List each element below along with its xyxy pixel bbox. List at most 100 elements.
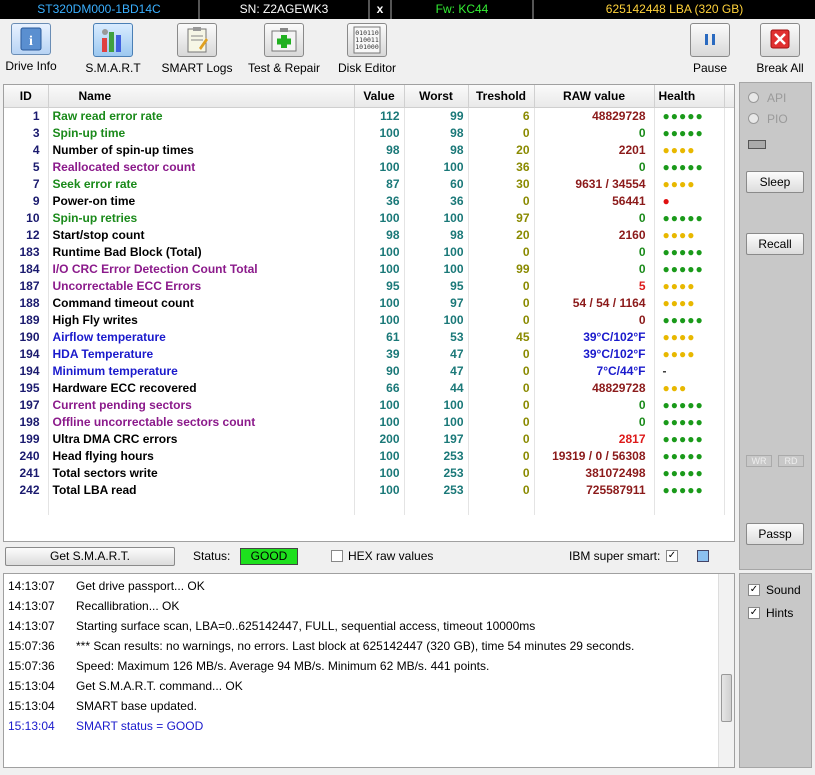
table-row[interactable]: 188 Command timeout count 100 97 0 54 / 54 / … bbox=[4, 294, 734, 311]
table-row[interactable]: 198 Offline uncorrectable sectors count 10… bbox=[4, 413, 734, 430]
col-raw-value[interactable]: RAW value bbox=[534, 85, 655, 108]
attr-treshold: 0 bbox=[468, 362, 535, 379]
hex-raw-checkbox[interactable] bbox=[331, 550, 343, 562]
attr-raw-value: 725587911 bbox=[534, 481, 655, 498]
pause-icon bbox=[690, 23, 730, 57]
attr-value: 90 bbox=[354, 362, 405, 379]
table-row[interactable]: 1 Raw read error rate 112 99 6 48829728 ●●●●● bbox=[4, 107, 734, 124]
recall-button[interactable]: Recall bbox=[746, 233, 804, 255]
ibm-super-smart-checkbox[interactable]: ✓ bbox=[666, 550, 678, 562]
attr-value: 36 bbox=[354, 192, 405, 209]
attr-name: Offline uncorrectable sectors count bbox=[48, 413, 355, 430]
api-radio[interactable] bbox=[748, 92, 759, 103]
col-name[interactable]: Name bbox=[48, 85, 355, 108]
col-treshold[interactable]: Treshold bbox=[468, 85, 535, 108]
table-row[interactable]: 3 Spin-up time 100 98 0 0 ●●●●● bbox=[4, 124, 734, 141]
attr-worst: 99 bbox=[404, 107, 469, 124]
sleep-button[interactable]: Sleep bbox=[746, 171, 804, 193]
attr-treshold: 0 bbox=[468, 379, 535, 396]
passport-button[interactable]: Passp bbox=[746, 523, 804, 545]
attr-id: 194 bbox=[4, 345, 49, 362]
attr-health: ●●●● bbox=[654, 345, 725, 362]
row-spacer bbox=[724, 345, 734, 362]
smart-label: S.M.A.R.T bbox=[85, 61, 141, 75]
attr-id: 199 bbox=[4, 430, 49, 447]
attr-worst: 47 bbox=[404, 345, 469, 362]
smart-button[interactable]: S.M.A.R.T bbox=[84, 23, 142, 75]
table-row[interactable]: 240 Head flying hours 100 253 0 19319 / 0 / 5… bbox=[4, 447, 734, 464]
log-time: 15:13:04 bbox=[8, 719, 55, 733]
attr-treshold: 0 bbox=[468, 464, 535, 481]
attr-raw-value: 48829728 bbox=[534, 107, 655, 124]
drive-model[interactable]: ST320DM000-1BD14C bbox=[0, 0, 200, 19]
lba-capacity: 625142448 LBA (320 GB) bbox=[605, 2, 744, 16]
table-row[interactable]: 194 HDA Temperature 39 47 0 39°C/102°F ●●●● bbox=[4, 345, 734, 362]
wr-indicator: WR bbox=[746, 455, 772, 467]
log-time: 15:13:04 bbox=[8, 699, 55, 713]
attr-worst: 100 bbox=[404, 209, 469, 226]
log-scrollbar[interactable] bbox=[718, 574, 734, 767]
table-row[interactable]: 195 Hardware ECC recovered 66 44 0 48829728 ●●… bbox=[4, 379, 734, 396]
table-row[interactable]: 199 Ultra DMA CRC errors 200 197 0 2817 ●●●●● bbox=[4, 430, 734, 447]
row-spacer bbox=[724, 226, 734, 243]
close-drive-button[interactable]: x bbox=[370, 0, 392, 19]
table-row[interactable]: 9 Power-on time 36 36 0 56441 ● bbox=[4, 192, 734, 209]
table-row[interactable]: 7 Seek error rate 87 60 30 9631 / 34554 ●●●● bbox=[4, 175, 734, 192]
attr-health: ●●●●● bbox=[654, 124, 725, 141]
attr-treshold: 30 bbox=[468, 175, 535, 192]
attr-raw-value: 0 bbox=[534, 158, 655, 175]
attr-raw-value: 7°C/44°F bbox=[534, 362, 655, 379]
attr-health: ●●●●● bbox=[654, 260, 725, 277]
table-row[interactable]: 5 Reallocated sector count 100 100 36 0 ●●●●● bbox=[4, 158, 734, 175]
attr-health: ●●●● bbox=[654, 277, 725, 294]
col-id[interactable]: ID bbox=[4, 85, 49, 108]
log-time: 14:13:07 bbox=[8, 619, 55, 633]
attr-treshold: 99 bbox=[468, 260, 535, 277]
firmware-version: Fw: KC44 bbox=[392, 0, 534, 19]
table-row[interactable]: 241 Total sectors write 100 253 0 381072498 ●●… bbox=[4, 464, 734, 481]
attr-name: Airflow temperature bbox=[48, 328, 355, 345]
attr-raw-value: 0 bbox=[534, 311, 655, 328]
table-row[interactable]: 4 Number of spin-up times 98 98 20 2201 ●●●● bbox=[4, 141, 734, 158]
disk-editor-button[interactable]: 010110 110011 101000 Disk Editor bbox=[336, 23, 398, 75]
attr-worst: 44 bbox=[404, 379, 469, 396]
pio-radio[interactable] bbox=[748, 113, 759, 124]
smart-logs-button[interactable]: SMART Logs bbox=[160, 23, 234, 75]
table-row[interactable]: 194 Minimum temperature 90 47 0 7°C/44°F - bbox=[4, 362, 734, 379]
attr-name: Command timeout count bbox=[48, 294, 355, 311]
sound-checkbox[interactable]: ✓ bbox=[748, 584, 760, 596]
hints-checkbox[interactable]: ✓ bbox=[748, 607, 760, 619]
drive-info-button[interactable]: i Drive Info bbox=[4, 23, 58, 73]
attr-worst: 98 bbox=[404, 124, 469, 141]
attr-health: ● bbox=[654, 192, 725, 209]
log-message: Starting surface scan, LBA=0..625142447,… bbox=[76, 619, 536, 633]
attr-health: ●●●●● bbox=[654, 209, 725, 226]
table-row[interactable]: 12 Start/stop count 98 98 20 2160 ●●●● bbox=[4, 226, 734, 243]
attr-name: Current pending sectors bbox=[48, 396, 355, 413]
table-row[interactable]: 197 Current pending sectors 100 100 0 0 ●●●●● bbox=[4, 396, 734, 413]
table-row[interactable]: 183 Runtime Bad Block (Total) 100 100 0 0 ●●●●… bbox=[4, 243, 734, 260]
attr-value: 87 bbox=[354, 175, 405, 192]
table-row[interactable]: 187 Uncorrectable ECC Errors 95 95 0 5 ●●●● bbox=[4, 277, 734, 294]
empty-cell bbox=[404, 498, 469, 515]
test-repair-button[interactable]: Test & Repair bbox=[244, 23, 324, 75]
col-worst[interactable]: Worst bbox=[404, 85, 469, 108]
sound-label: Sound bbox=[766, 583, 801, 597]
table-row[interactable]: 242 Total LBA read 100 253 0 725587911 ●●●●● bbox=[4, 481, 734, 498]
log-scroll-thumb[interactable] bbox=[721, 674, 732, 722]
col-value[interactable]: Value bbox=[354, 85, 405, 108]
col-health[interactable]: Health bbox=[654, 85, 725, 108]
attr-health: ●●●●● bbox=[654, 430, 725, 447]
attr-treshold: 0 bbox=[468, 294, 535, 311]
break-all-button[interactable]: Break All bbox=[754, 23, 806, 75]
table-row[interactable]: 184 I/O CRC Error Detection Count Total 10… bbox=[4, 260, 734, 277]
color-indicator[interactable] bbox=[697, 550, 709, 562]
attr-id: 10 bbox=[4, 209, 49, 226]
get-smart-button[interactable]: Get S.M.A.R.T. bbox=[5, 547, 175, 566]
log-message: Recallibration... OK bbox=[76, 599, 180, 613]
table-row[interactable]: 189 High Fly writes 100 100 0 0 ●●●●● bbox=[4, 311, 734, 328]
pause-button[interactable]: Pause bbox=[688, 23, 732, 75]
table-row[interactable]: 10 Spin-up retries 100 100 97 0 ●●●●● bbox=[4, 209, 734, 226]
table-row[interactable]: 190 Airflow temperature 61 53 45 39°C/102°F ●●… bbox=[4, 328, 734, 345]
break-all-label: Break All bbox=[756, 61, 804, 75]
